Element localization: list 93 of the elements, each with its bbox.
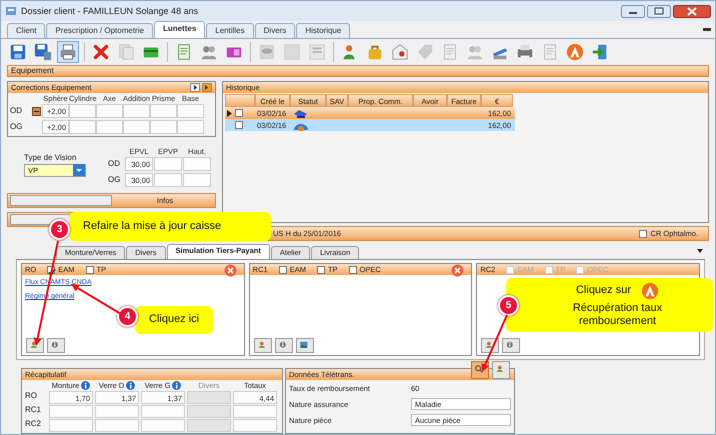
checkbox[interactable]	[235, 109, 243, 117]
caret-icon	[697, 249, 703, 253]
icon-button[interactable]	[254, 338, 272, 353]
cross-icon	[92, 43, 110, 61]
callout-text: Récupération taux remboursement	[572, 302, 664, 328]
input-field[interactable]	[141, 405, 185, 418]
toggle-icon	[32, 106, 41, 116]
row-label: OG	[10, 122, 24, 132]
document-icon	[117, 43, 135, 61]
input-field[interactable]	[95, 405, 139, 418]
status-icon	[292, 107, 308, 119]
field-label: Type de Vision	[24, 153, 78, 163]
icon-button[interactable]	[274, 338, 293, 353]
tab[interactable]: Prescription / Optometrie	[46, 23, 153, 38]
badge-icon	[641, 282, 660, 300]
input-field[interactable]	[154, 173, 182, 187]
row-label: RC2	[25, 419, 42, 430]
bag-icon	[366, 43, 384, 61]
list-icon	[308, 43, 326, 61]
input-field[interactable]	[183, 157, 211, 171]
printer-icon	[59, 43, 77, 61]
input-field[interactable]	[233, 419, 277, 432]
app-icon	[5, 5, 17, 17]
input-field[interactable]	[154, 157, 182, 171]
input-field[interactable]	[187, 419, 231, 432]
input-field[interactable]	[150, 104, 177, 118]
document-icon	[541, 43, 559, 61]
minimize-icon	[621, 4, 645, 18]
floppy-icon	[34, 43, 52, 61]
window-title: Dossier client - FAMILLEUN Solange 48 ans	[21, 6, 198, 16]
checkbox[interactable]	[86, 266, 94, 274]
document-icon	[175, 43, 193, 61]
users-icon	[200, 43, 218, 61]
input-field[interactable]	[233, 405, 277, 418]
input-field[interactable]	[187, 405, 231, 418]
users-icon	[466, 43, 484, 61]
tab[interactable]: Divers	[254, 23, 296, 38]
row-label: OG	[108, 175, 122, 185]
toolbar-button[interactable]	[564, 41, 586, 63]
checkbox[interactable]	[348, 266, 357, 274]
input-field[interactable]	[69, 120, 96, 134]
tab[interactable]: Historique	[296, 23, 350, 38]
input-field[interactable]	[49, 419, 93, 432]
exit-icon	[591, 43, 609, 61]
column-header	[225, 94, 255, 107]
info-icon	[172, 381, 182, 390]
collapse-icon	[703, 28, 711, 32]
row-label: RC1	[25, 405, 42, 416]
document-icon	[441, 43, 459, 61]
icon-button[interactable]	[296, 338, 314, 353]
checkbox[interactable]	[639, 230, 648, 238]
callout-text: Cliquez ici	[149, 313, 200, 327]
checkbox[interactable]	[235, 121, 243, 129]
input-field[interactable]	[177, 120, 204, 134]
row-label: RO	[25, 391, 38, 402]
input-field[interactable]	[123, 104, 150, 118]
tab[interactable]: Lentilles	[206, 23, 254, 38]
row-label: OD	[108, 159, 121, 169]
icon-button[interactable]	[492, 361, 510, 379]
eye-icon	[258, 43, 276, 61]
toolbar-button[interactable]	[57, 41, 79, 63]
info-icon	[126, 381, 136, 390]
section-header: Equipement	[7, 65, 709, 77]
icon-button[interactable]	[502, 338, 520, 353]
input-field[interactable]	[96, 120, 123, 134]
callout-text: Cliquez sur	[576, 284, 632, 298]
tab[interactable]: Client	[7, 23, 46, 38]
info-icon	[81, 381, 90, 390]
input-field[interactable]	[95, 419, 139, 432]
floppy-icon	[9, 43, 27, 61]
input-field[interactable]	[141, 419, 185, 432]
icon-button[interactable]	[47, 338, 65, 353]
input-field[interactable]	[69, 104, 96, 118]
arrow	[482, 314, 508, 372]
input-field[interactable]	[49, 405, 93, 418]
input-field[interactable]	[177, 104, 204, 118]
tab[interactable]: Lunettes	[154, 21, 206, 38]
blank-icon	[283, 43, 301, 61]
input-field[interactable]	[123, 120, 150, 134]
input-field[interactable]	[187, 391, 231, 404]
toolbar-button[interactable]	[32, 41, 54, 63]
dropdown-icon	[73, 164, 85, 176]
input-field[interactable]	[150, 120, 177, 134]
input-field[interactable]	[183, 173, 211, 187]
checkbox[interactable]	[316, 266, 325, 274]
checkbox[interactable]	[278, 266, 287, 274]
row-label: OD	[10, 106, 23, 116]
close-icon	[673, 4, 711, 18]
maximize-icon	[647, 4, 671, 18]
tag-icon	[416, 43, 434, 61]
badge-icon	[566, 43, 584, 61]
input-field[interactable]	[96, 104, 123, 118]
callout-text: Refaire la mise à jour caisse	[83, 220, 222, 234]
